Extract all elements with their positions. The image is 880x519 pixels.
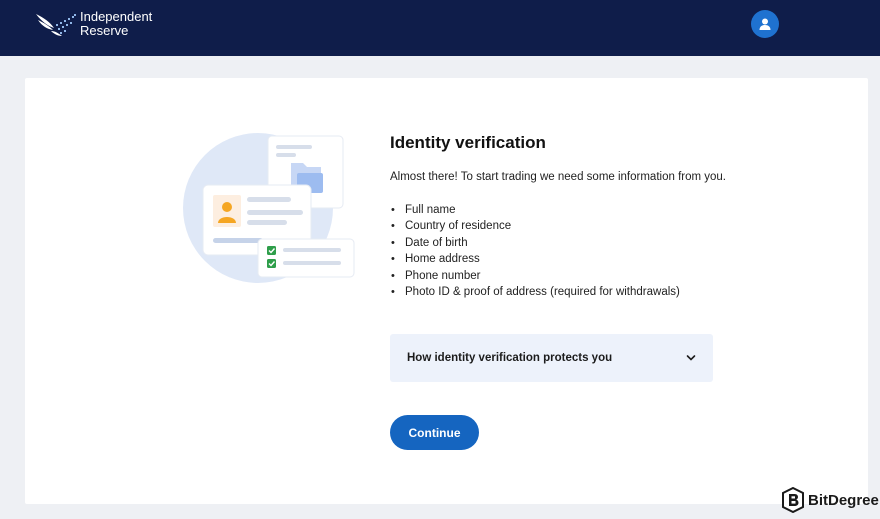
id-verification-illustration (183, 133, 355, 283)
brand-name-line2: Reserve (80, 23, 129, 38)
list-item: Full name (390, 202, 730, 219)
user-avatar-icon (759, 18, 771, 30)
brand-name: Independent Reserve (80, 10, 152, 38)
bitdegree-logo-icon (782, 487, 804, 513)
logo-wing-icon (36, 14, 76, 36)
top-navbar: Independent Reserve (0, 0, 880, 56)
list-item: Country of residence (390, 218, 730, 235)
list-item: Photo ID & proof of address (required fo… (390, 284, 730, 301)
accordion-label: How identity verification protects you (407, 352, 613, 364)
bitdegree-watermark: BitDegree (782, 487, 879, 513)
brand-logo[interactable]: Independent Reserve (34, 10, 152, 38)
requirements-list: Full name Country of residence Date of b… (390, 202, 730, 301)
page-title: Identity verification (390, 133, 546, 152)
list-item: Phone number (390, 268, 730, 285)
chevron-down-icon (686, 355, 696, 361)
list-item: Date of birth (390, 235, 730, 252)
watermark-text: BitDegree (808, 491, 879, 509)
brand-name-line1: Independent (80, 9, 153, 24)
verification-info-accordion[interactable]: How identity verification protects you (390, 334, 713, 382)
user-avatar-button[interactable] (751, 10, 779, 38)
continue-button[interactable]: Continue (390, 415, 479, 450)
list-item: Home address (390, 251, 730, 268)
intro-text: Almost there! To start trading we need s… (390, 171, 726, 183)
verification-content: Identity verification Almost there! To s… (390, 132, 730, 301)
